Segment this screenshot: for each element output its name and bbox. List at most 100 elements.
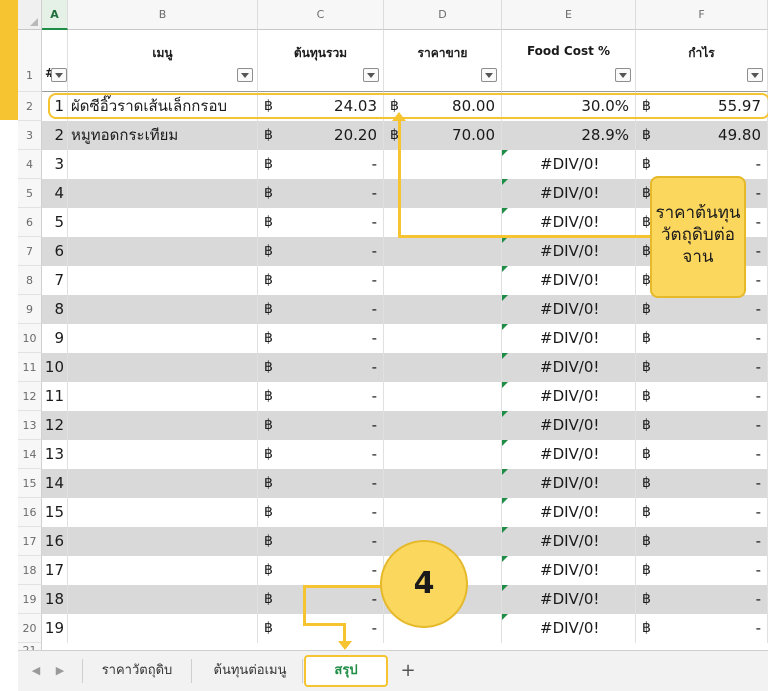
cell-food-cost[interactable]: #DIV/0!: [502, 266, 636, 295]
cell-menu[interactable]: [68, 556, 258, 585]
cell-profit[interactable]: ฿ -: [636, 411, 768, 440]
row-header-14[interactable]: 14: [18, 440, 42, 469]
cell-total-cost[interactable]: ฿ -: [258, 527, 384, 556]
cell-num[interactable]: 10: [42, 353, 68, 382]
cell-food-cost[interactable]: #DIV/0!: [502, 556, 636, 585]
cell-food-cost[interactable]: #DIV/0!: [502, 208, 636, 237]
cell-menu[interactable]: [68, 150, 258, 179]
row-header-3[interactable]: 3: [18, 121, 42, 150]
cell-food-cost[interactable]: #DIV/0!: [502, 150, 636, 179]
cell-profit[interactable]: ฿ -: [636, 614, 768, 643]
cell-profit[interactable]: ฿ -: [636, 585, 768, 614]
cell-profit[interactable]: ฿ -: [636, 150, 768, 179]
cell-food-cost[interactable]: #DIV/0!: [502, 411, 636, 440]
cell-food-cost[interactable]: 28.9%: [502, 121, 636, 150]
cell-profit[interactable]: ฿ -: [636, 527, 768, 556]
cell-total-cost[interactable]: ฿ -: [258, 411, 384, 440]
cell-total-cost[interactable]: ฿ -: [258, 237, 384, 266]
column-header-e[interactable]: E: [502, 0, 636, 30]
cell-food-cost[interactable]: #DIV/0!: [502, 295, 636, 324]
cell-num[interactable]: 6: [42, 237, 68, 266]
cell-menu[interactable]: [68, 179, 258, 208]
cell-num[interactable]: 19: [42, 614, 68, 643]
row-header-20[interactable]: 20: [18, 614, 42, 643]
row-header-16[interactable]: 16: [18, 498, 42, 527]
filter-dropdown-food-cost[interactable]: [615, 68, 631, 82]
cell-price[interactable]: [384, 498, 502, 527]
cell-menu[interactable]: [68, 585, 258, 614]
cell-profit[interactable]: ฿ -: [636, 353, 768, 382]
cell-total-cost[interactable]: ฿ -: [258, 208, 384, 237]
cell-price[interactable]: ฿ 70.00: [384, 121, 502, 150]
cell-total-cost[interactable]: ฿ -: [258, 382, 384, 411]
cell-num[interactable]: 15: [42, 498, 68, 527]
row-header-8[interactable]: 8: [18, 266, 42, 295]
cell-menu[interactable]: [68, 353, 258, 382]
add-sheet-button[interactable]: +: [396, 659, 420, 683]
tab-prev-icon[interactable]: ◀: [28, 659, 44, 683]
cell-total-cost[interactable]: ฿ 20.20: [258, 121, 384, 150]
cell-total-cost[interactable]: ฿ -: [258, 498, 384, 527]
cell-total-cost[interactable]: ฿ -: [258, 150, 384, 179]
cell-food-cost[interactable]: #DIV/0!: [502, 440, 636, 469]
cell-num[interactable]: 8: [42, 295, 68, 324]
cell-menu[interactable]: [68, 295, 258, 324]
cell-menu[interactable]: [68, 208, 258, 237]
row-header-11[interactable]: 11: [18, 353, 42, 382]
cell-profit[interactable]: ฿ 49.80: [636, 121, 768, 150]
cell-total-cost[interactable]: ฿ -: [258, 353, 384, 382]
cell-num[interactable]: 12: [42, 411, 68, 440]
cell-num[interactable]: 16: [42, 527, 68, 556]
cell-price[interactable]: [384, 266, 502, 295]
cell-menu[interactable]: [68, 498, 258, 527]
cell-menu[interactable]: [68, 469, 258, 498]
cell-num[interactable]: 9: [42, 324, 68, 353]
cell-num[interactable]: 5: [42, 208, 68, 237]
cell-total-cost[interactable]: ฿ -: [258, 266, 384, 295]
column-header-d[interactable]: D: [384, 0, 502, 30]
filter-dropdown-total-cost[interactable]: [363, 68, 379, 82]
filter-dropdown-num[interactable]: [51, 68, 67, 82]
row-header-17[interactable]: 17: [18, 527, 42, 556]
cell-num[interactable]: 7: [42, 266, 68, 295]
cell-menu[interactable]: [68, 237, 258, 266]
cell-price[interactable]: [384, 469, 502, 498]
cell-price[interactable]: [384, 353, 502, 382]
cell-total-cost[interactable]: ฿ -: [258, 440, 384, 469]
cell-menu[interactable]: [68, 382, 258, 411]
cell-food-cost[interactable]: #DIV/0!: [502, 179, 636, 208]
row-header-15[interactable]: 15: [18, 469, 42, 498]
cell-menu[interactable]: [68, 440, 258, 469]
cell-price[interactable]: [384, 179, 502, 208]
cell-profit[interactable]: ฿ -: [636, 469, 768, 498]
cell-price[interactable]: [384, 440, 502, 469]
cell-food-cost[interactable]: #DIV/0!: [502, 382, 636, 411]
row-header-2[interactable]: 2: [18, 92, 42, 121]
column-header-b[interactable]: B: [68, 0, 258, 30]
cell-menu[interactable]: [68, 527, 258, 556]
filter-dropdown-profit[interactable]: [747, 68, 763, 82]
tab-next-icon[interactable]: ▶: [52, 659, 68, 683]
cell-profit[interactable]: ฿ -: [636, 324, 768, 353]
row-header-12[interactable]: 12: [18, 382, 42, 411]
cell-profit[interactable]: ฿ -: [636, 382, 768, 411]
cell-num[interactable]: 13: [42, 440, 68, 469]
tab-cost-per-menu[interactable]: ต้นทุนต่อเมนู: [198, 659, 303, 683]
cell-food-cost[interactable]: #DIV/0!: [502, 353, 636, 382]
cell-price[interactable]: [384, 411, 502, 440]
cell-total-cost[interactable]: ฿ -: [258, 585, 384, 614]
cell-price[interactable]: [384, 324, 502, 353]
row-header-4[interactable]: 4: [18, 150, 42, 179]
cell-price[interactable]: [384, 382, 502, 411]
column-header-c[interactable]: C: [258, 0, 384, 30]
cell-total-cost[interactable]: ฿ -: [258, 179, 384, 208]
cell-food-cost[interactable]: #DIV/0!: [502, 324, 636, 353]
cell-menu[interactable]: หมูทอดกระเทียม: [68, 121, 258, 150]
row-header-5[interactable]: 5: [18, 179, 42, 208]
column-header-a[interactable]: A: [42, 0, 68, 30]
cell-num[interactable]: 11: [42, 382, 68, 411]
cell-num[interactable]: 3: [42, 150, 68, 179]
column-header-f[interactable]: F: [636, 0, 768, 30]
row-header-10[interactable]: 10: [18, 324, 42, 353]
cell-food-cost[interactable]: #DIV/0!: [502, 237, 636, 266]
